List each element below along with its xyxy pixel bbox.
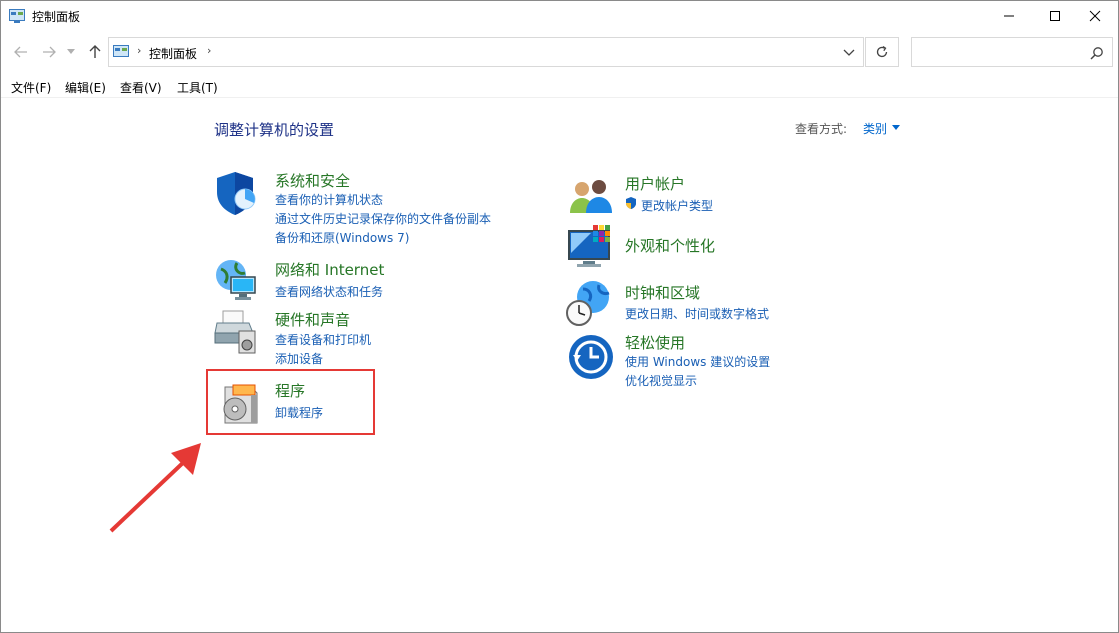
address-bar[interactable]: › 控制面板 ›: [108, 37, 864, 67]
control-panel-icon: [113, 45, 129, 57]
menu-bar: 文件(F) 编辑(E) 查看(V) 工具(T): [1, 76, 1118, 98]
view-by-chevron-down-icon[interactable]: [892, 125, 900, 130]
menu-edit[interactable]: 编辑(E): [65, 79, 106, 96]
minimize-button[interactable]: [986, 1, 1032, 31]
user-accounts-icon[interactable]: [567, 173, 615, 221]
menu-file[interactable]: 文件(F): [11, 79, 51, 96]
close-icon: [1089, 10, 1101, 22]
ease-of-access-icon[interactable]: [567, 333, 615, 381]
search-icon: [1090, 47, 1103, 60]
category-ease-of-access[interactable]: 轻松使用: [625, 332, 685, 353]
back-button[interactable]: [11, 42, 31, 62]
breadcrumb-separator-icon[interactable]: ›: [207, 44, 211, 57]
link-view-computer-status[interactable]: 查看你的计算机状态: [275, 191, 383, 208]
up-arrow-icon: [89, 45, 101, 58]
annotation-arrow-icon: [109, 443, 201, 533]
printer-icon[interactable]: [213, 307, 261, 355]
category-clock-region[interactable]: 时钟和区域: [625, 282, 700, 303]
category-network-internet[interactable]: 网络和 Internet: [275, 259, 384, 280]
maximize-icon: [1050, 11, 1060, 21]
clock-globe-icon[interactable]: [565, 279, 613, 327]
category-hardware-sound[interactable]: 硬件和声音: [275, 309, 350, 330]
breadcrumb-separator-icon[interactable]: ›: [137, 44, 141, 57]
view-by-dropdown[interactable]: 类别: [863, 120, 887, 137]
menu-tools[interactable]: 工具(T): [177, 79, 218, 96]
shield-icon[interactable]: [213, 169, 261, 217]
title-bar: 控制面板: [1, 1, 1118, 31]
window-title: 控制面板: [32, 10, 81, 24]
refresh-button[interactable]: [865, 37, 899, 67]
chevron-down-icon: [67, 49, 75, 54]
category-appearance[interactable]: 外观和个性化: [625, 235, 715, 256]
link-recommended-settings[interactable]: 使用 Windows 建议的设置: [625, 353, 770, 370]
refresh-icon: [876, 45, 888, 58]
page-title: 调整计算机的设置: [214, 121, 335, 139]
back-arrow-icon: [14, 46, 27, 58]
link-backup-restore[interactable]: 备份和还原(Windows 7): [275, 229, 409, 246]
network-globe-icon[interactable]: [213, 257, 261, 305]
address-dropdown-icon[interactable]: [842, 46, 856, 58]
link-optimize-display[interactable]: 优化视觉显示: [625, 372, 697, 389]
link-file-history[interactable]: 通过文件历史记录保存你的文件备份副本: [275, 210, 491, 227]
control-panel-icon: [9, 9, 25, 23]
uac-shield-icon: [626, 197, 636, 209]
up-button[interactable]: [85, 42, 105, 62]
close-button[interactable]: [1072, 1, 1118, 31]
navigation-bar: › 控制面板 ›: [1, 35, 1118, 69]
recent-locations-button[interactable]: [65, 42, 77, 62]
minimize-icon: [1004, 15, 1014, 17]
category-system-security[interactable]: 系统和安全: [275, 170, 350, 191]
menu-view[interactable]: 查看(V): [120, 79, 162, 96]
link-add-device[interactable]: 添加设备: [275, 350, 323, 367]
appearance-monitor-icon[interactable]: [567, 223, 615, 271]
link-network-status[interactable]: 查看网络状态和任务: [275, 283, 383, 300]
view-by-label: 查看方式:: [795, 122, 848, 136]
link-change-date-time-format[interactable]: 更改日期、时间或数字格式: [625, 305, 769, 322]
forward-arrow-icon: [43, 46, 56, 58]
link-devices-printers[interactable]: 查看设备和打印机: [275, 331, 371, 348]
category-user-accounts[interactable]: 用户帐户: [625, 173, 685, 194]
forward-button[interactable]: [39, 42, 59, 62]
link-change-account-type[interactable]: 更改帐户类型: [641, 197, 713, 214]
search-input[interactable]: [911, 37, 1113, 67]
control-panel-window: 控制面板 › 控制面板 › 文件(F) 编辑(E) 查看(V) 工具(T) 调整…: [0, 0, 1119, 633]
highlight-box: [206, 369, 375, 435]
breadcrumb-control-panel[interactable]: 控制面板: [149, 45, 197, 62]
